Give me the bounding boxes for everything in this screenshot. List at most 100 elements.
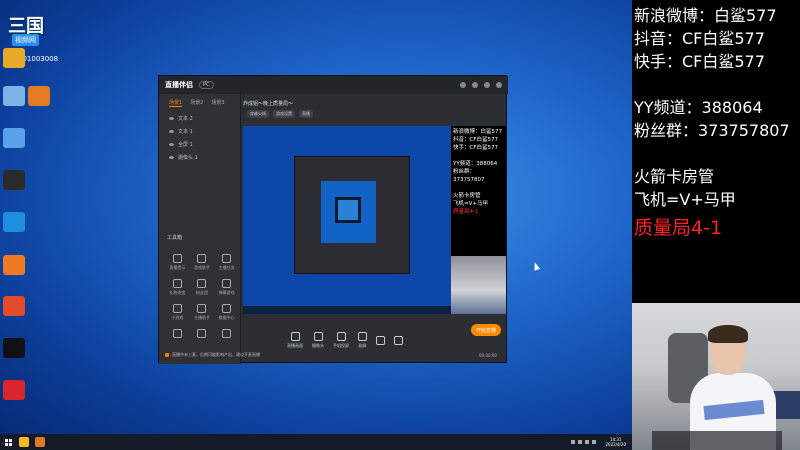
desktop-app-icon[interactable]: [28, 86, 50, 106]
app-version-badge: PC: [199, 81, 214, 89]
source-button[interactable]: 手机投屏: [333, 331, 349, 349]
tool-icon: [197, 329, 207, 338]
tray-icon[interactable]: [571, 440, 576, 444]
eye-icon[interactable]: [169, 156, 174, 159]
avatar-icon[interactable]: [460, 82, 466, 88]
stream-tags: 穿越火线 游戏设置 直播: [247, 110, 313, 118]
app-title-bar[interactable]: 直播伴侣 PC: [159, 76, 508, 94]
source-button[interactable]: 副屏: [358, 331, 367, 349]
tool-label: 小游戏: [171, 315, 184, 320]
scene-item[interactable]: 摄像头 1: [159, 151, 240, 164]
microphone-icon: [376, 335, 385, 345]
tool-icon: [222, 254, 232, 263]
tab-scene-2[interactable]: 场景2: [190, 99, 203, 107]
desktop-app-icon[interactable]: [3, 48, 25, 68]
source-button[interactable]: 摄像头: [312, 331, 324, 349]
system-tray: 14:31 2022/4/20: [571, 434, 626, 450]
tool-icon: [197, 304, 207, 313]
desktop-app-icon[interactable]: [3, 296, 25, 316]
start-live-button[interactable]: 开始直播: [471, 324, 501, 336]
tool-icon: [197, 279, 207, 288]
tray-icon[interactable]: [578, 440, 583, 444]
taskbar-clock[interactable]: 14:31 2022/4/20: [605, 437, 626, 447]
tool-icon: [172, 279, 182, 288]
toolbox-item[interactable]: 主播任务: [214, 254, 239, 271]
stream-title[interactable]: 炸成姐～晚上质量局～: [243, 100, 293, 107]
overlay-line: 飞机=V+马甲: [453, 201, 488, 207]
preview-taskbar: [243, 306, 451, 314]
source-button[interactable]: 直播画面: [287, 331, 303, 349]
toolbox-item[interactable]: [165, 329, 190, 340]
app-logo: 直播伴侣: [165, 81, 193, 89]
tool-label: 主播任务: [218, 265, 235, 270]
streamer-hair: [708, 325, 748, 343]
tag[interactable]: 直播: [299, 110, 313, 118]
windows-taskbar: 14:31 2022/4/20: [0, 434, 632, 450]
eye-icon[interactable]: [169, 143, 174, 146]
tool-icon: [197, 254, 207, 263]
clock-date: 2022/4/20: [605, 442, 626, 447]
tool-icon: [172, 329, 182, 338]
toolbox-title: 工具箱: [167, 235, 183, 241]
scene-item[interactable]: 全屏 1: [159, 138, 240, 151]
tool-icon: [172, 304, 182, 313]
close-icon[interactable]: [496, 82, 502, 88]
toolbox-item[interactable]: 小游戏: [165, 304, 190, 321]
toolbox-item[interactable]: 粉丝团: [190, 279, 215, 296]
live-timer: 00:00:00: [479, 353, 497, 358]
stream-logo: 三国 视频网 101003008: [8, 12, 58, 63]
tab-scene-3[interactable]: 场景3: [211, 99, 224, 107]
stream-app-taskbar-icon[interactable]: [35, 437, 45, 447]
window-icon: [358, 331, 367, 341]
desktop-app-icon[interactable]: [3, 212, 25, 232]
scene-item[interactable]: 文本 1: [159, 125, 240, 138]
volume-icon[interactable]: [592, 440, 597, 444]
nested-square: [335, 197, 361, 223]
overlay-line: [453, 184, 504, 192]
tool-label: 主播助手: [193, 315, 210, 320]
tag[interactable]: 游戏设置: [273, 110, 295, 118]
live-streaming-app-window[interactable]: 直播伴侣 PC 场景1 场景2 场景3 文本 2 文本 1 全屏 1 摄像头 1…: [158, 75, 508, 364]
tool-icon: [172, 254, 182, 263]
tool-label: 粉丝团: [195, 290, 208, 295]
toolbox-item[interactable]: 礼物进度: [165, 279, 190, 296]
scene-item[interactable]: 文本 2: [159, 112, 240, 125]
tag[interactable]: 穿越火线: [247, 110, 269, 118]
minimize-icon[interactable]: [472, 82, 478, 88]
eye-icon[interactable]: [169, 117, 174, 120]
volume-button[interactable]: [394, 335, 403, 345]
toolbox-item[interactable]: 数据中心: [214, 304, 239, 321]
scene-item-label: 文本 1: [178, 129, 193, 135]
desktop-app-icon[interactable]: [3, 338, 25, 358]
maximize-icon[interactable]: [484, 82, 490, 88]
mic-button[interactable]: [376, 335, 385, 345]
desktop-app-icon[interactable]: [3, 380, 25, 400]
toolbox-item[interactable]: [190, 329, 215, 340]
tab-scene-1[interactable]: 场景1: [169, 99, 183, 107]
overlay-line: 快手：CF白鲨577: [453, 145, 499, 151]
tool-icon: [222, 329, 232, 338]
toolbox-item[interactable]: [214, 329, 239, 340]
desktop-app-icon[interactable]: [3, 170, 25, 190]
desktop-app-icon[interactable]: [3, 128, 25, 148]
nested-screen: [321, 181, 376, 243]
desktop-app-icon[interactable]: [3, 86, 25, 106]
info-line: 飞机=V+马甲: [634, 190, 736, 209]
toolbox-item[interactable]: 游戏助手: [190, 254, 215, 271]
toolbox-item[interactable]: 弹幕游戏: [214, 279, 239, 296]
phone-icon: [336, 331, 346, 341]
toolbox-grid: 直播提示 游戏助手 主播任务礼物进度 粉丝团 弹幕游戏小游戏 主播助手 数据中心: [165, 254, 239, 340]
desktop-app-icon[interactable]: [3, 255, 25, 275]
overlay-line: [453, 152, 504, 160]
eye-icon[interactable]: [169, 130, 174, 133]
info-line: 火箭卡房管: [634, 167, 715, 186]
network-icon[interactable]: [585, 440, 590, 444]
toolbox-item[interactable]: 主播助手: [190, 304, 215, 321]
toolbox-item[interactable]: 直播提示: [165, 254, 190, 271]
info-line: YY频道：388064: [634, 98, 763, 117]
stream-preview[interactable]: 新浪微博：白鲨577 抖音：CF白鲨577 快手：CF白鲨577 YY频道：38…: [243, 126, 506, 314]
logo-sub-label: 视频网: [12, 34, 39, 46]
start-button[interactable]: [0, 434, 16, 450]
file-explorer-icon[interactable]: [19, 437, 29, 447]
